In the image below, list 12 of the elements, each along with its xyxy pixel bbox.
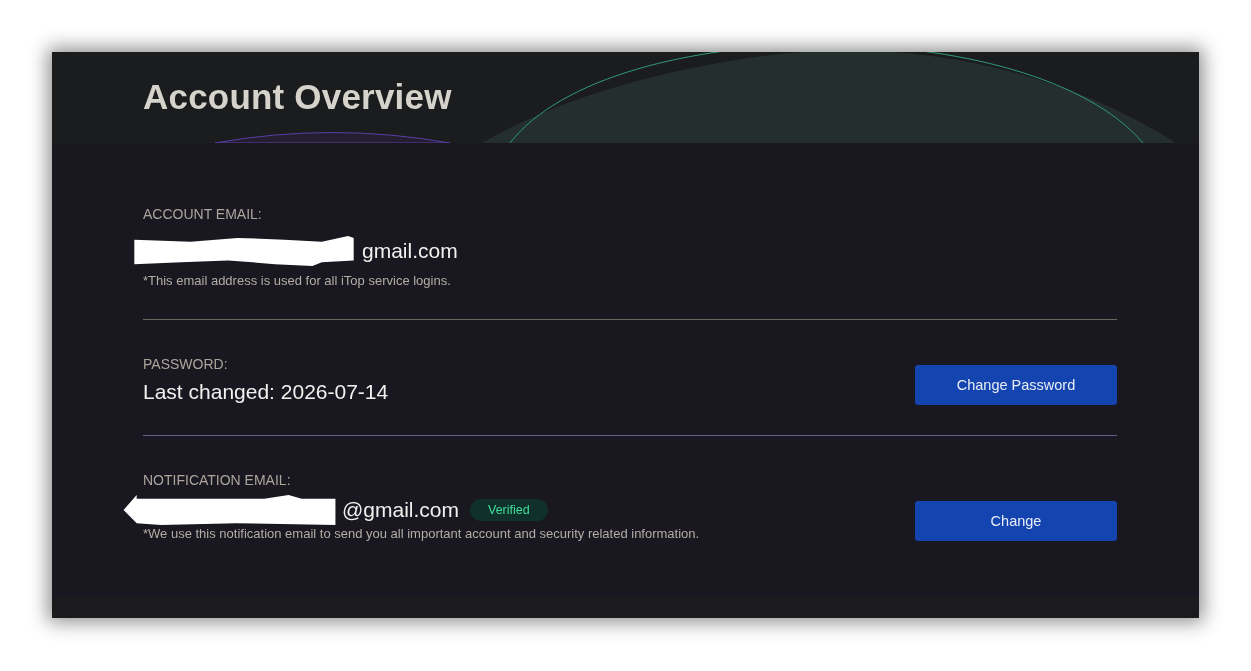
help-text: *We use this notification email to send you all important account and security related information. [143,526,700,542]
email-text: @gmail.com [342,497,459,523]
field-label: ACCOUNT EMAIL: [143,206,263,222]
field-label: PASSWORD: [143,356,229,372]
page-title: Account Overview [143,76,452,118]
change-password-button[interactable]: Change Password [915,365,1117,405]
help-text: *This email address is used for all iTop service logins. [143,273,452,289]
password-status: Last changed: 2026-07-14 [143,379,389,405]
email-text: gmail.com [362,238,458,264]
field-label: NOTIFICATION EMAIL: [143,472,292,488]
verified-badge: Verified [470,499,548,521]
change-button[interactable]: Change [915,501,1117,541]
